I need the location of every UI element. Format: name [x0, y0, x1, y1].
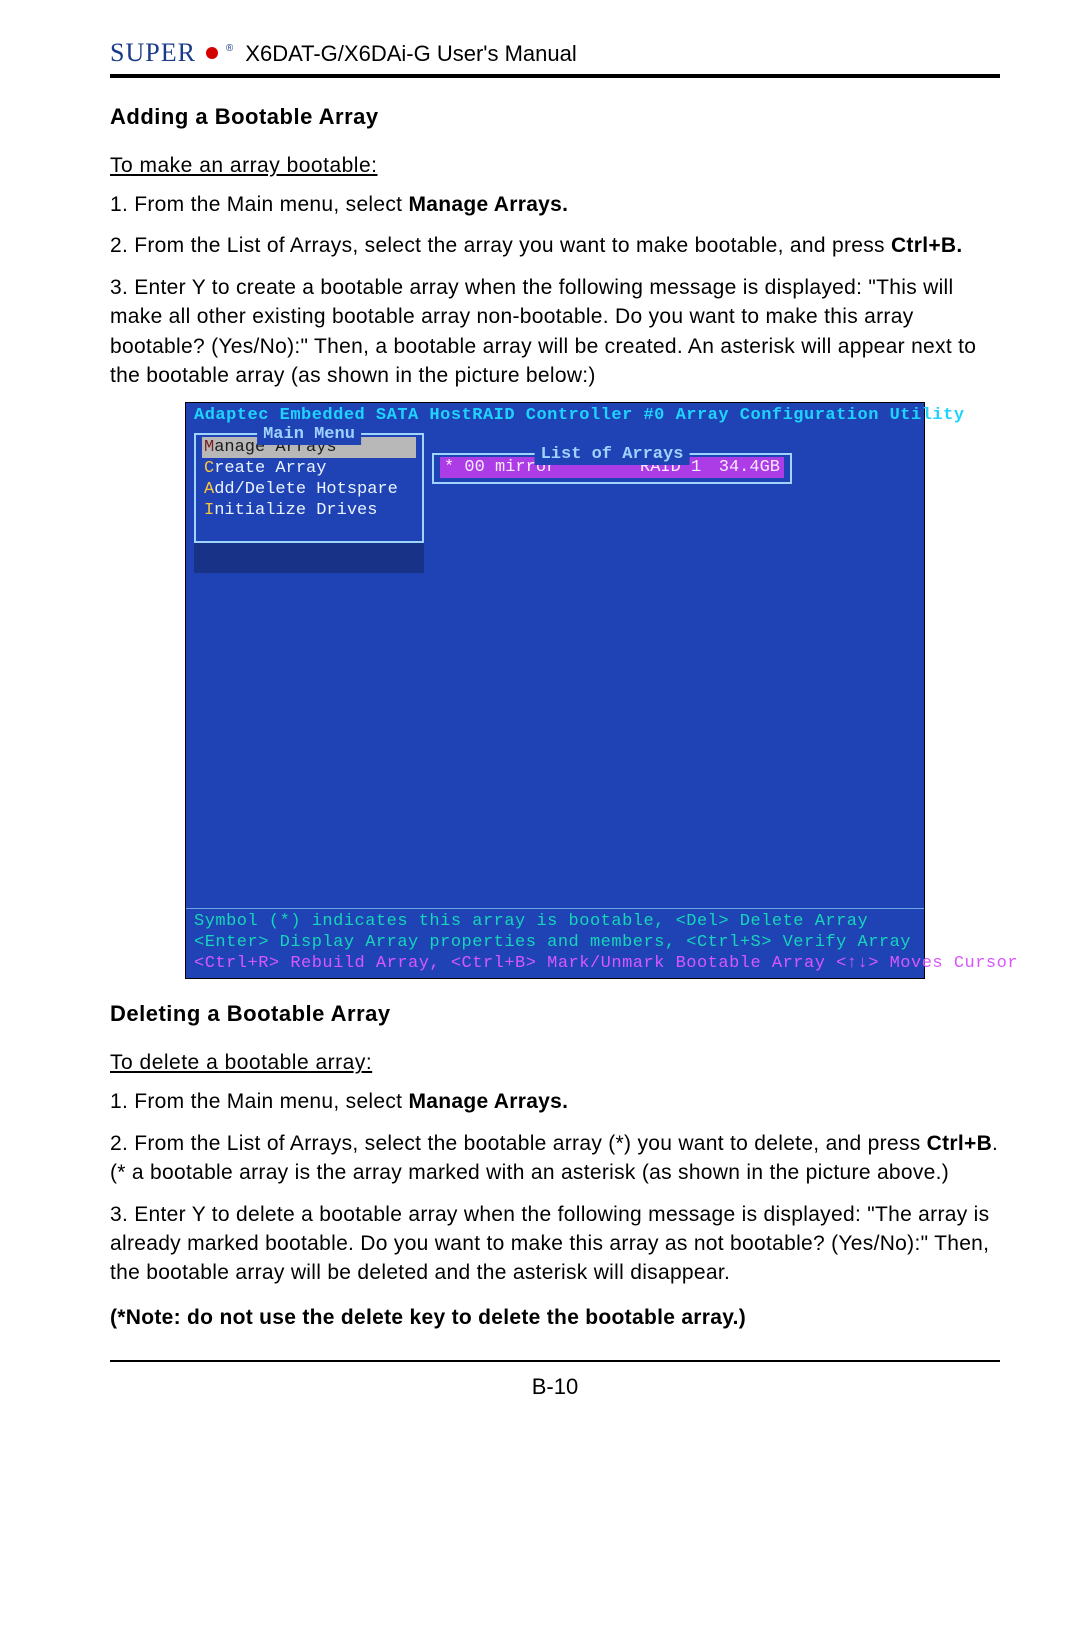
- menu-initialize-drives[interactable]: Initialize Drives: [202, 500, 416, 521]
- page-number: B-10: [110, 1374, 1000, 1400]
- menu-label-4: nitialize Drives: [214, 501, 377, 520]
- del-step-2-bold: Ctrl+B: [927, 1132, 992, 1155]
- bios-screenshot: Adaptec Embedded SATA HostRAID Controlle…: [185, 402, 925, 979]
- brand-name: SUPER: [110, 38, 196, 68]
- manual-page: SUPER ® X6DAT-G/X6DAi-G User's Manual Ad…: [0, 0, 1080, 1650]
- del-step-1-bold: Manage Arrays.: [408, 1090, 568, 1113]
- bios-empty-area: [186, 543, 924, 908]
- intro-line-1: To make an array bootable:: [110, 154, 1000, 178]
- step-1-bold: Manage Arrays.: [408, 193, 568, 216]
- step-2-bold: Ctrl+B.: [891, 234, 963, 257]
- list-of-arrays-box: List of Arrays * 00 mirror RAID 1 34.4GB: [432, 453, 792, 484]
- hotkey-i: I: [204, 501, 214, 520]
- menu-create-array[interactable]: Create Array: [202, 458, 416, 479]
- menu-shadow: [194, 543, 424, 573]
- section-heading-deleting: Deleting a Bootable Array: [110, 1001, 1000, 1027]
- page-header: SUPER ® X6DAT-G/X6DAi-G User's Manual: [110, 38, 1000, 78]
- registered-icon: ®: [226, 43, 233, 54]
- main-menu-title: Main Menu: [257, 424, 361, 445]
- bios-help-bar: Symbol (*) indicates this array is boota…: [186, 908, 924, 979]
- step-1: 1. From the Main menu, select Manage Arr…: [110, 190, 1000, 219]
- arrays-wrap: List of Arrays * 00 mirror RAID 1 34.4GB: [424, 429, 916, 484]
- del-step-2: 2. From the List of Arrays, select the b…: [110, 1129, 1000, 1188]
- step-3: 3. Enter Y to create a bootable array wh…: [110, 273, 1000, 391]
- main-menu-box: Main Menu Manage Arrays Create Array Add…: [194, 433, 424, 543]
- step-2-text: 2. From the List of Arrays, select the a…: [110, 234, 891, 257]
- help-line-2: <Enter> Display Array properties and mem…: [194, 932, 916, 953]
- menu-add-delete-hotspare[interactable]: Add/Delete Hotspare: [202, 479, 416, 500]
- bios-body: Main Menu Manage Arrays Create Array Add…: [186, 429, 924, 543]
- del-step-3: 3. Enter Y to delete a bootable array wh…: [110, 1200, 1000, 1288]
- hotkey-m: M: [204, 438, 214, 457]
- hotkey-a: A: [204, 480, 214, 499]
- help-line-3: <Ctrl+R> Rebuild Array, <Ctrl+B> Mark/Un…: [194, 953, 916, 974]
- del-step-1: 1. From the Main menu, select Manage Arr…: [110, 1087, 1000, 1116]
- step-2: 2. From the List of Arrays, select the a…: [110, 231, 1000, 260]
- menu-label-3: dd/Delete Hotspare: [214, 480, 398, 499]
- section-heading-adding: Adding a Bootable Array: [110, 104, 1000, 130]
- footer-rule: [110, 1360, 1000, 1362]
- step-1-text: 1. From the Main menu, select: [110, 193, 408, 216]
- brand-dot-icon: [206, 47, 218, 59]
- arrays-title: List of Arrays: [535, 444, 690, 465]
- intro-line-2: To delete a bootable array:: [110, 1051, 1000, 1075]
- hotkey-c: C: [204, 459, 214, 478]
- note-warning: (*Note: do not use the delete key to del…: [110, 1306, 1000, 1330]
- help-line-1: Symbol (*) indicates this array is boota…: [194, 911, 916, 932]
- array-size: 34.4GB: [710, 457, 780, 478]
- del-step-1-text: 1. From the Main menu, select: [110, 1090, 408, 1113]
- menu-label-2: reate Array: [214, 459, 326, 478]
- manual-title: X6DAT-G/X6DAi-G User's Manual: [245, 41, 576, 67]
- del-step-2-text-a: 2. From the List of Arrays, select the b…: [110, 1132, 927, 1155]
